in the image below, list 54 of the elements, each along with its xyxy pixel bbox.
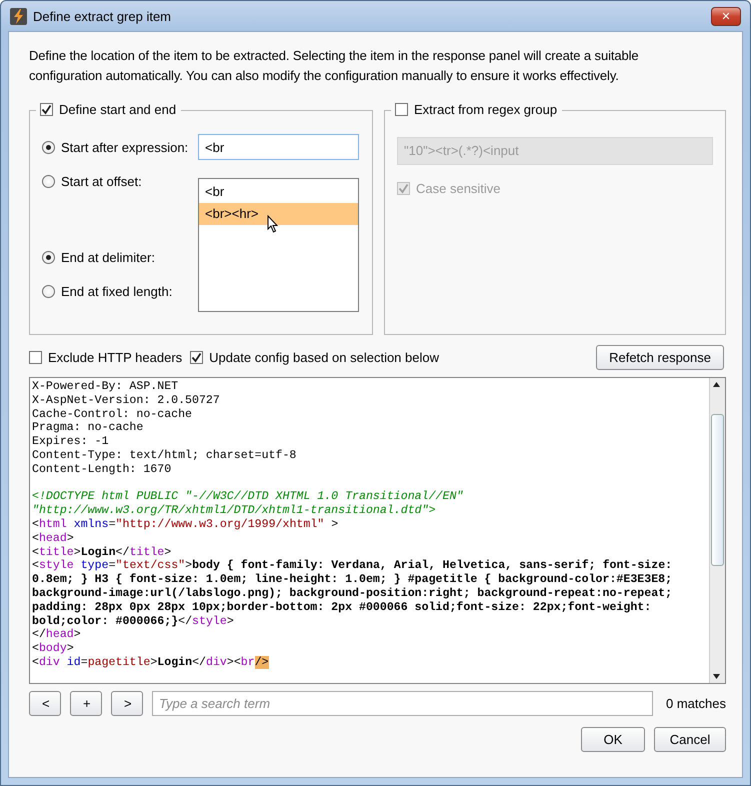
radio-label: Start after expression: (61, 140, 188, 154)
nav-button[interactable]: > (111, 690, 143, 716)
nav-button[interactable]: < (29, 690, 61, 716)
checkbox[interactable] (29, 350, 42, 364)
code-line: "http://www.w3.org/TR/xhtml1/DTD/xhtml1-transitional.dtd"> (32, 504, 437, 518)
refetch-button[interactable]: Refetch response (596, 344, 724, 370)
code-line: X-Powered-By: ASP.NET (32, 380, 180, 394)
radio-label: End at delimiter: (61, 250, 155, 264)
code-line: X-AspNet-Version: 2.0.50727 (32, 394, 221, 408)
code-line: bold;color: #000066;}</style> (32, 614, 235, 628)
match-count: 0 matches (666, 696, 726, 710)
search-field[interactable]: Type a search term (152, 690, 654, 716)
pointer-icon (267, 215, 279, 233)
dialog-button[interactable]: OK (581, 727, 645, 752)
code-line: <div id=pagetitle>Login</div><br/> (32, 656, 270, 670)
description-text: Define the location of the item to be extracted. Selecting the item in the response panel will create a suitable configuration automatically. You can also modify the configuration manually to ensure it works effectively. (29, 47, 640, 85)
code-line: Cache-Control: no-cache (32, 408, 194, 422)
code-line: <title>Login</title> (32, 546, 172, 560)
radio-button[interactable] (42, 140, 55, 154)
radio-label: Start at offset: (61, 174, 142, 188)
checkbox[interactable] (40, 103, 53, 116)
suggestion-item[interactable]: <br (199, 181, 358, 203)
nav-button[interactable]: + (70, 690, 102, 716)
radio-button[interactable] (42, 250, 55, 264)
checkbox-label: Extract from regex group (414, 102, 558, 117)
checkbox-label: Update config based on selection below (209, 350, 439, 364)
radio-button[interactable] (42, 174, 55, 188)
expression-field[interactable]: <br (198, 134, 359, 160)
checkbox-label: Exclude HTTP headers (48, 350, 182, 364)
suggestion-item[interactable]: <br><hr> (199, 203, 358, 225)
code-line: Pragma: no-cache (32, 421, 144, 436)
code-line: <!DOCTYPE html PUBLIC "-//W3C//DTD XHTML 1.0 Transitional//EN" (32, 490, 464, 504)
checkbox-label: Case sensitive (416, 181, 501, 196)
code-line: <head> (32, 532, 75, 546)
code-line: <style type="text/css">body { font-family: Verdana, Arial, Helvetica, sans-serif; font-size: (32, 559, 674, 573)
dialog-button[interactable]: Cancel (654, 727, 726, 752)
code-line: </head> (32, 628, 82, 642)
scrollbar[interactable] (709, 378, 725, 683)
window-title: Define extract grep item (33, 8, 172, 24)
checkbox[interactable] (190, 350, 204, 364)
radio-button[interactable] (42, 284, 55, 298)
code-line: Expires: -1 (32, 435, 110, 449)
code-line: 0.8em; } H3 { font-size: 1.0em; line-height: 1.0em; } #pagetitle { background-color:#E3E3E8; (32, 573, 674, 587)
code-line: Content-Type: text/html; charset=utf-8 (32, 448, 298, 463)
checkbox[interactable] (395, 103, 408, 116)
code-line: <html xmlns="http://www.w3.org/1999/xhtml" > (32, 518, 340, 532)
close-button[interactable]: ✕ (711, 6, 741, 26)
code-line: Content-Length: 1670 (32, 462, 172, 477)
code-line: background-image:url(/labslogo.png); background-position:right; background-repeat:no-repeat; (32, 586, 674, 601)
lightning-icon (10, 8, 27, 24)
radio-label: End at fixed length: (61, 284, 172, 298)
code-line: <body> (32, 642, 75, 656)
checkbox-label: Define start and end (59, 102, 176, 117)
code-line: padding: 28px 0px 28px 10px;border-bottom: 2px #000066 solid;font-size: 22px;font-weight: (32, 600, 652, 615)
